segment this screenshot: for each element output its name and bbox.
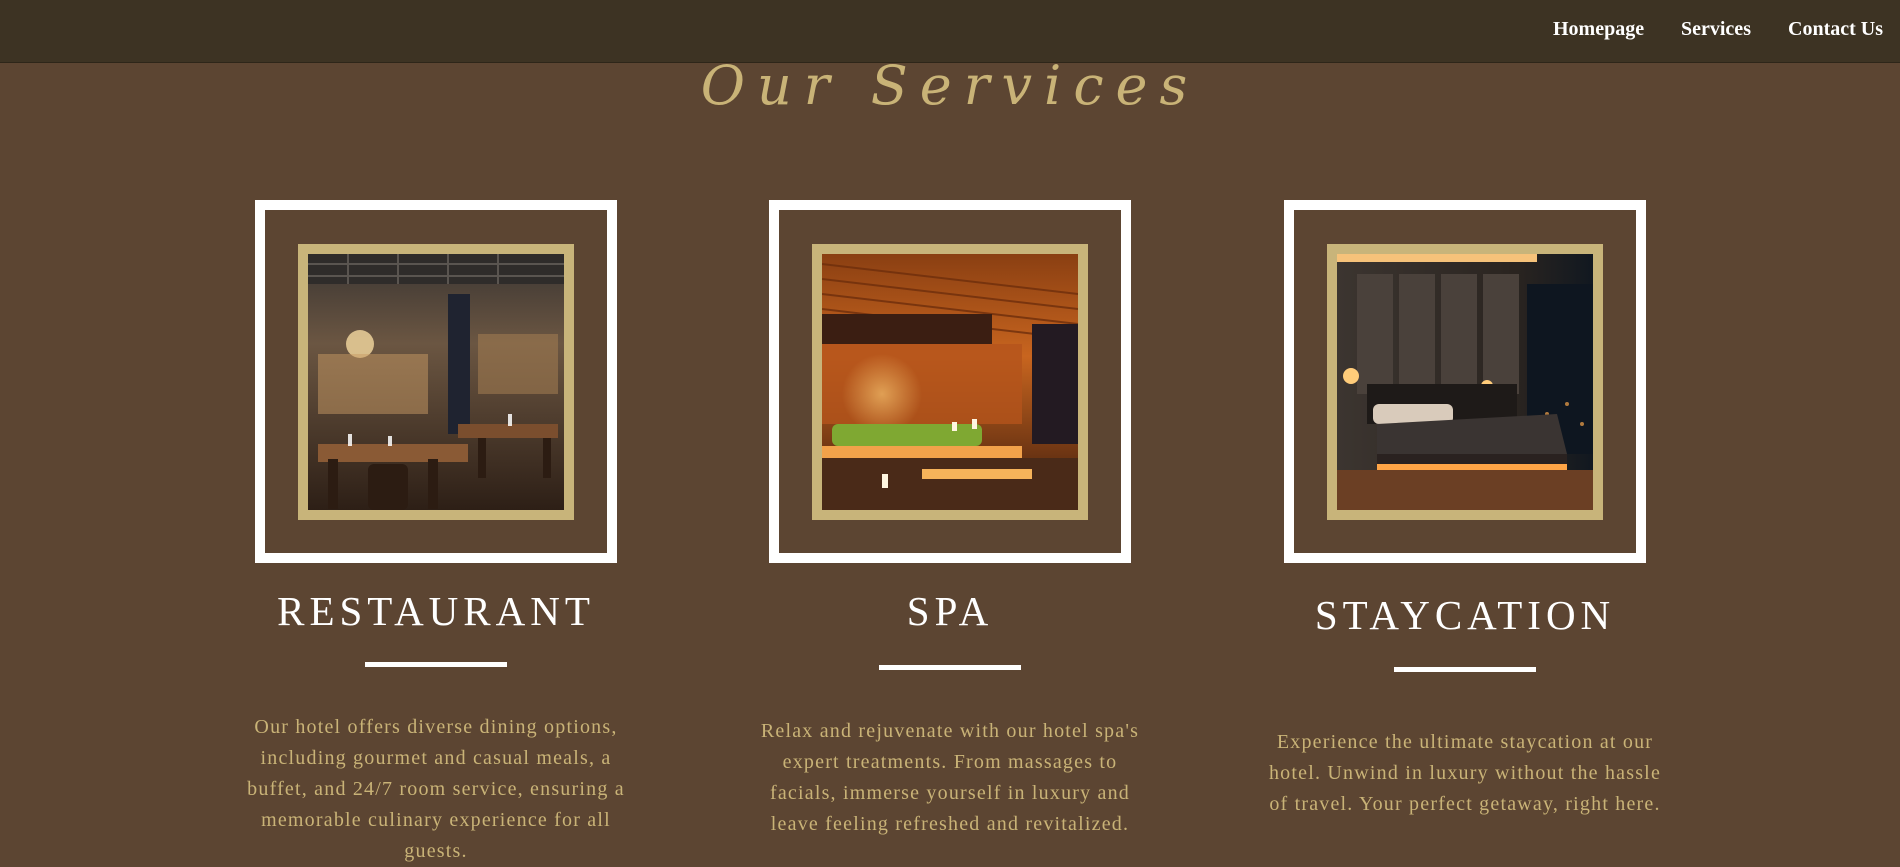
service-card-staycation: STAYCATION Experience the ultimate stayc… — [1211, 0, 1691, 866]
title-underline — [879, 665, 1021, 670]
service-title-staycation: STAYCATION — [1314, 592, 1616, 638]
service-title-spa: SPA — [906, 588, 994, 634]
nav-link-services[interactable]: Services — [1681, 18, 1751, 41]
title-underline — [1394, 667, 1536, 672]
restaurant-image — [298, 244, 574, 520]
service-card-restaurant: RESTAURANT Our hotel offers diverse dini… — [182, 0, 662, 866]
service-description-spa: Relax and rejuvenate with our hotel spa'… — [760, 720, 1140, 835]
spa-image — [812, 244, 1088, 520]
service-description-staycation: Experience the ultimate staycation at ou… — [1268, 731, 1662, 815]
bedroom-image — [1327, 244, 1603, 520]
nav-link-contact-us[interactable]: Contact Us — [1788, 18, 1883, 41]
service-title-restaurant: RESTAURANT — [277, 588, 595, 634]
title-underline — [365, 662, 507, 667]
service-description-restaurant: Our hotel offers diverse dining options,… — [247, 716, 625, 862]
service-card-spa: SPA Relax and rejuvenate with our hotel … — [696, 0, 1176, 866]
